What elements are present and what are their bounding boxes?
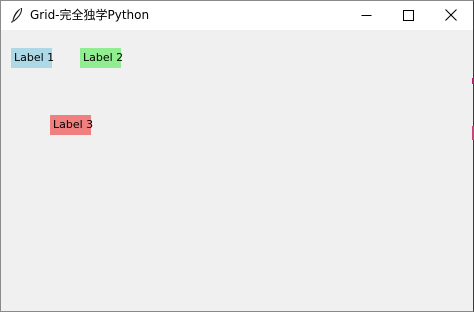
maximize-icon — [402, 6, 414, 25]
feather-icon — [10, 7, 24, 23]
close-icon — [445, 6, 457, 25]
window-client-area: Label 1 Label 2 Label 3 — [1, 30, 473, 311]
window-title: Grid-完全独学Python — [30, 8, 150, 22]
label-2: Label 2 — [80, 48, 123, 68]
app-window: Grid-完全独学Python Label 1 Label 2 Label 3 — [0, 0, 474, 312]
title-bar[interactable]: Grid-完全独学Python — [1, 1, 473, 30]
maximize-button[interactable] — [386, 1, 430, 30]
label-3: Label 3 — [50, 115, 93, 135]
minimize-icon — [361, 6, 372, 25]
minimize-button[interactable] — [344, 1, 388, 30]
label-1: Label 1 — [11, 48, 54, 68]
close-button[interactable] — [429, 1, 473, 30]
